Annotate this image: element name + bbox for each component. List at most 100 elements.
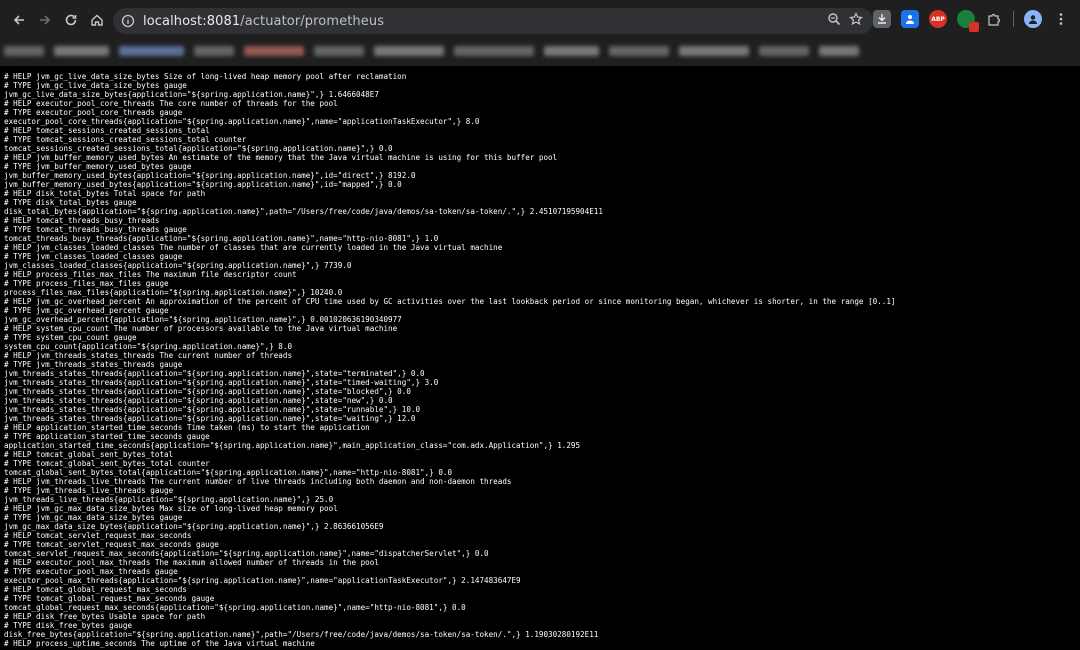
- download-icon[interactable]: [873, 10, 891, 28]
- metric-line: jvm_gc_max_data_size_bytes{application="…: [4, 522, 384, 531]
- metric-line: # HELP jvm_threads_live_threads The curr…: [4, 477, 512, 486]
- bookmark-item[interactable]: [374, 46, 444, 56]
- bookmark-item[interactable]: [819, 46, 859, 56]
- metric-line: application_started_time_seconds{applica…: [4, 441, 581, 450]
- metric-line: # TYPE tomcat_global_request_max_seconds…: [4, 594, 215, 603]
- forward-icon[interactable]: [32, 7, 58, 33]
- metric-line: jvm_gc_overhead_percent{application="${s…: [4, 315, 402, 324]
- metric-line: # TYPE jvm_gc_overhead_percent gauge: [4, 306, 169, 315]
- bookmark-item[interactable]: [454, 46, 534, 56]
- nav-buttons: [6, 7, 110, 33]
- browser-chrome: localhost:8081/actuator/prometheus ABP: [0, 0, 1080, 66]
- metric-line: # HELP disk_total_bytes Total space for …: [4, 189, 206, 198]
- metric-line: # HELP jvm_classes_loaded_classes The nu…: [4, 243, 503, 252]
- metric-line: # TYPE disk_total_bytes gauge: [4, 198, 137, 207]
- address-bar[interactable]: localhost:8081/actuator/prometheus: [113, 8, 873, 34]
- metric-line: jvm_classes_loaded_classes{application="…: [4, 261, 352, 270]
- metric-line: # TYPE application_started_time_seconds …: [4, 432, 210, 441]
- metric-line: jvm_threads_states_threads{application="…: [4, 369, 425, 378]
- metric-line: # TYPE tomcat_global_sent_bytes_total co…: [4, 459, 210, 468]
- metric-line: tomcat_global_sent_bytes_total{applicati…: [4, 468, 453, 477]
- metric-line: jvm_buffer_memory_used_bytes{application…: [4, 171, 416, 180]
- metric-line: # HELP tomcat_threads_busy_threads: [4, 216, 160, 225]
- metric-line: # HELP jvm_gc_live_data_size_bytes Size …: [4, 72, 407, 81]
- metric-line: # TYPE system_cpu_count gauge: [4, 333, 137, 342]
- metric-line: # TYPE disk_free_bytes gauge: [4, 621, 133, 630]
- browser-toolbar: localhost:8081/actuator/prometheus ABP: [0, 0, 1080, 40]
- metric-line: jvm_threads_states_threads{application="…: [4, 405, 421, 414]
- adblock-plus-icon[interactable]: ABP: [929, 10, 947, 28]
- bookmark-item[interactable]: [194, 46, 234, 56]
- metric-line: # TYPE process_files_max_files gauge: [4, 279, 169, 288]
- metric-line: # TYPE tomcat_servlet_request_max_second…: [4, 540, 219, 549]
- profile-avatar-icon[interactable]: [1024, 10, 1042, 28]
- metric-line: # HELP executor_pool_max_threads The max…: [4, 558, 379, 567]
- bookmark-star-icon[interactable]: [849, 12, 863, 30]
- metric-line: tomcat_threads_busy_threads{application=…: [4, 234, 439, 243]
- metric-line: jvm_gc_live_data_size_bytes{application=…: [4, 90, 379, 99]
- metric-line: executor_pool_core_threads{application="…: [4, 117, 480, 126]
- metric-line: # HELP executor_pool_core_threads The co…: [4, 99, 338, 108]
- metric-line: tomcat_global_request_max_seconds{applic…: [4, 603, 466, 612]
- bookmark-item[interactable]: [759, 46, 809, 56]
- metric-line: # HELP tomcat_global_request_max_seconds: [4, 585, 187, 594]
- menu-icon[interactable]: [1052, 10, 1070, 28]
- separator-icon: [1013, 11, 1014, 27]
- metric-line: # TYPE jvm_gc_max_data_size_bytes gauge: [4, 513, 183, 522]
- metric-line: # HELP tomcat_global_sent_bytes_total: [4, 450, 174, 459]
- prometheus-metrics-page: # HELP jvm_gc_live_data_size_bytes Size …: [0, 66, 1080, 650]
- metric-line: # TYPE jvm_threads_states_threads gauge: [4, 360, 183, 369]
- metric-line: jvm_threads_states_threads{application="…: [4, 387, 411, 396]
- bookmark-item[interactable]: [314, 46, 364, 56]
- metrics-text: # HELP jvm_gc_live_data_size_bytes Size …: [0, 66, 1080, 648]
- metric-line: jvm_buffer_memory_used_bytes{application…: [4, 180, 402, 189]
- metric-line: # HELP tomcat_servlet_request_max_second…: [4, 531, 192, 540]
- tracker-icon[interactable]: [957, 10, 979, 32]
- metric-line: jvm_threads_states_threads{application="…: [4, 378, 439, 387]
- zoom-icon[interactable]: [827, 12, 841, 30]
- metric-line: # TYPE executor_pool_core_threads gauge: [4, 108, 183, 117]
- bookmark-item[interactable]: [544, 46, 599, 56]
- metric-line: tomcat_sessions_created_sessions_total{a…: [4, 144, 393, 153]
- metric-line: # HELP tomcat_sessions_created_sessions_…: [4, 126, 210, 135]
- metric-line: # TYPE tomcat_threads_busy_threads gauge: [4, 225, 187, 234]
- metric-line: # HELP system_cpu_count The number of pr…: [4, 324, 398, 333]
- metric-line: jvm_threads_live_threads{application="${…: [4, 495, 334, 504]
- back-icon[interactable]: [6, 7, 32, 33]
- metric-line: jvm_threads_states_threads{application="…: [4, 396, 393, 405]
- metric-line: # HELP jvm_buffer_memory_used_bytes An e…: [4, 153, 558, 162]
- metric-line: system_cpu_count{application="${spring.a…: [4, 342, 293, 351]
- metric-line: # TYPE jvm_classes_loaded_classes gauge: [4, 252, 183, 261]
- bookmark-item[interactable]: [4, 46, 44, 56]
- metric-line: # HELP jvm_threads_states_threads The cu…: [4, 351, 293, 360]
- metric-line: # HELP application_started_time_seconds …: [4, 423, 370, 432]
- metric-line: # TYPE jvm_gc_live_data_size_bytes gauge: [4, 81, 187, 90]
- bookmark-item[interactable]: [119, 46, 184, 56]
- puzzle-icon[interactable]: [985, 10, 1003, 28]
- bookmark-item[interactable]: [54, 46, 109, 56]
- metric-line: disk_free_bytes{application="${spring.ap…: [4, 630, 599, 639]
- metric-line: # HELP jvm_gc_max_data_size_bytes Max si…: [4, 504, 338, 513]
- metric-line: # HELP disk_free_bytes Usable space for …: [4, 612, 206, 621]
- reload-icon[interactable]: [58, 7, 84, 33]
- omnibox-actions: [827, 12, 863, 30]
- metric-line: # HELP process_uptime_seconds The uptime…: [4, 639, 315, 648]
- home-icon[interactable]: [84, 7, 110, 33]
- metric-line: # TYPE executor_pool_max_threads gauge: [4, 567, 178, 576]
- bookmark-item[interactable]: [679, 46, 749, 56]
- bookmark-item[interactable]: [244, 46, 304, 56]
- url-host: localhost:8081: [143, 13, 241, 29]
- metric-line: tomcat_servlet_request_max_seconds{appli…: [4, 549, 489, 558]
- metric-line: # HELP jvm_gc_overhead_percent An approx…: [4, 297, 896, 306]
- metric-line: # TYPE jvm_threads_live_threads gauge: [4, 486, 174, 495]
- metric-line: process_files_max_files{application="${s…: [4, 288, 343, 297]
- url-text[interactable]: localhost:8081/actuator/prometheus: [143, 14, 384, 29]
- contacts-icon[interactable]: [901, 10, 919, 28]
- metric-line: # TYPE tomcat_sessions_created_sessions_…: [4, 135, 247, 144]
- site-info-icon[interactable]: [119, 12, 137, 30]
- bookmark-item[interactable]: [609, 46, 669, 56]
- url-path: /actuator/prometheus: [240, 13, 385, 29]
- bookmarks-bar: [0, 40, 1080, 62]
- metric-line: # HELP process_files_max_files The maxim…: [4, 270, 297, 279]
- metric-line: executor_pool_max_threads{application="$…: [4, 576, 521, 585]
